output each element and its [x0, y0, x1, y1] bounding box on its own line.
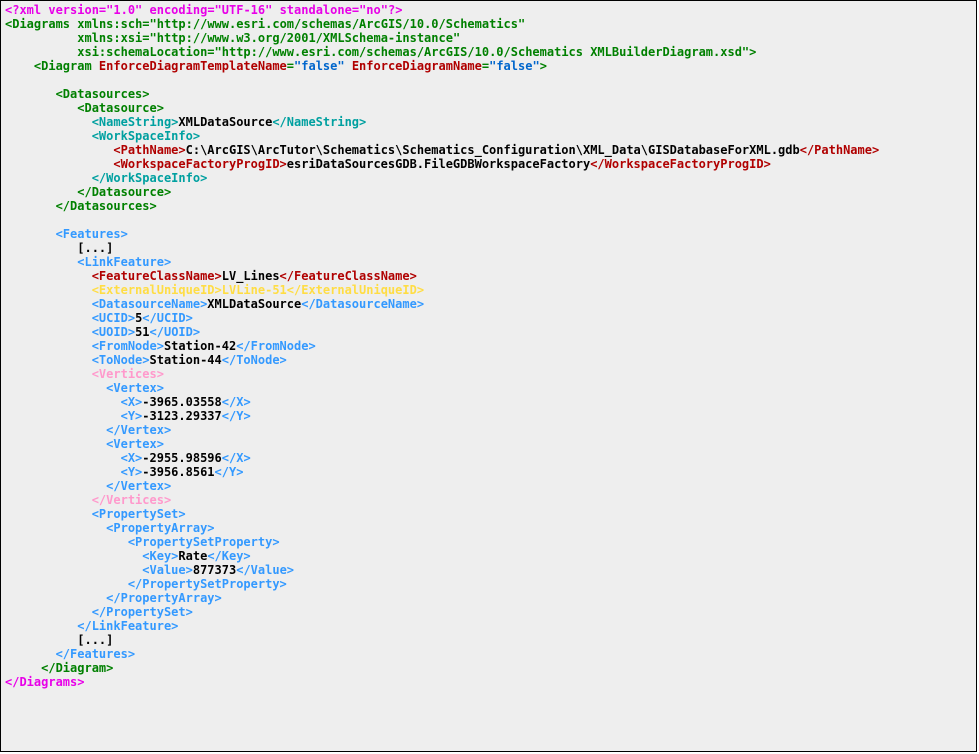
vertex2-close: </Vertex> [106, 479, 171, 493]
uoid-val: 51 [135, 325, 149, 339]
diagrams-open: <Diagrams xmlns:sch="http://www.esri.com… [5, 17, 525, 31]
y2-close: </Y> [215, 465, 244, 479]
xml-content: <?xml version="1.0" encoding="UTF-16" st… [1, 1, 976, 691]
pathname-open: <PathName> [113, 143, 185, 157]
ns-xsi: xmlns:xsi="http://www.w3.org/2001/XMLSch… [5, 31, 460, 45]
diagram-open: <Diagram [34, 59, 92, 73]
psp-open: <PropertySetProperty> [128, 535, 280, 549]
workspaceinfo-close: </WorkSpaceInfo> [92, 171, 208, 185]
fromnode-val: Station-42 [164, 339, 236, 353]
ellipsis-2: [...] [77, 633, 113, 647]
fromnode-close: </FromNode> [236, 339, 315, 353]
key-val: Rate [178, 549, 207, 563]
tonode-open: <ToNode> [92, 353, 150, 367]
diagram-close: </Diagram> [41, 661, 113, 675]
x2-close: </X> [222, 451, 251, 465]
datasource-open: <Datasource> [77, 101, 164, 115]
attr-enforce-template: EnforceDiagramTemplateName [92, 59, 287, 73]
propertyset-open: <PropertySet> [92, 507, 186, 521]
y1-close: </Y> [222, 409, 251, 423]
namestring-close: </NameString> [272, 115, 366, 129]
y2-open: <Y> [121, 465, 143, 479]
datasource-close: </Datasource> [77, 185, 171, 199]
features-close: </Features> [56, 647, 135, 661]
propertyarray-close: </PropertyArray> [106, 591, 222, 605]
psp-close: </PropertySetProperty> [128, 577, 287, 591]
datasources-open: <Datasources> [56, 87, 150, 101]
namestring-open: <NameString> [92, 115, 179, 129]
vertices-close: </Vertices> [92, 493, 171, 507]
datasources-close: </Datasources> [56, 199, 157, 213]
dsn-open: <DatasourceName> [92, 297, 208, 311]
ucid-close: </UCID> [142, 311, 193, 325]
vertex1-close: </Vertex> [106, 423, 171, 437]
uoid-open: <UOID> [92, 325, 135, 339]
fcn-close: </FeatureClassName> [280, 269, 417, 283]
propertyarray-open: <PropertyArray> [106, 521, 214, 535]
fcn-val: LV_Lines [222, 269, 280, 283]
wfpi-close: </WorkspaceFactoryProgID> [590, 157, 771, 171]
external-unique-id: <ExternalUniqueID>LVLine-51</ExternalUni… [92, 283, 424, 297]
x1-close: </X> [222, 395, 251, 409]
y1-val: -3123.29337 [142, 409, 221, 423]
diagrams-close: </Diagrams> [5, 675, 84, 689]
key-close: </Key> [207, 549, 250, 563]
val-false2: "false" [489, 59, 540, 73]
linkfeature-open: <LinkFeature> [77, 255, 171, 269]
y2-val: -3956.8561 [142, 465, 214, 479]
dsn-close: </DatasourceName> [301, 297, 424, 311]
xml-code-block: <?xml version="1.0" encoding="UTF-16" st… [0, 0, 977, 752]
ellipsis-1: [...] [77, 241, 113, 255]
dsn-val: XMLDataSource [207, 297, 301, 311]
vertex2-open: <Vertex> [106, 437, 164, 451]
value-close: </Value> [236, 563, 294, 577]
ucid-open: <UCID> [92, 311, 135, 325]
fromnode-open: <FromNode> [92, 339, 164, 353]
pathname-val: C:\ArcGIS\ArcTutor\Schematics\Schematics… [186, 143, 800, 157]
pathname-close: </PathName> [800, 143, 879, 157]
vertex1-open: <Vertex> [106, 381, 164, 395]
x2-val: -2955.98596 [142, 451, 221, 465]
linkfeature-close: </LinkFeature> [77, 619, 178, 633]
val-false1: "false" [294, 59, 345, 73]
features-open: <Features> [56, 227, 128, 241]
x2-open: <X> [121, 451, 143, 465]
x1-val: -3965.03558 [142, 395, 221, 409]
x1-open: <X> [121, 395, 143, 409]
key-open: <Key> [142, 549, 178, 563]
value-val: 877373 [193, 563, 236, 577]
propertyset-close: </PropertySet> [92, 605, 193, 619]
tonode-val: Station-44 [150, 353, 222, 367]
value-open: <Value> [142, 563, 193, 577]
xml-declaration: <?xml version="1.0" encoding="UTF-16" st… [5, 3, 402, 17]
wfpi-open: <WorkspaceFactoryProgID> [113, 157, 286, 171]
ns-schema: xsi:schemaLocation="http://www.esri.com/… [5, 45, 756, 59]
attr-enforce-name: EnforceDiagramName [345, 59, 482, 73]
workspaceinfo-open: <WorkSpaceInfo> [92, 129, 200, 143]
uoid-close: </UOID> [150, 325, 201, 339]
y1-open: <Y> [121, 409, 143, 423]
namestring-val: XMLDataSource [178, 115, 272, 129]
vertices-open: <Vertices> [92, 367, 164, 381]
wfpi-val: esriDataSourcesGDB.FileGDBWorkspaceFacto… [287, 157, 590, 171]
tonode-close: </ToNode> [222, 353, 287, 367]
fcn-open: <FeatureClassName> [92, 269, 222, 283]
